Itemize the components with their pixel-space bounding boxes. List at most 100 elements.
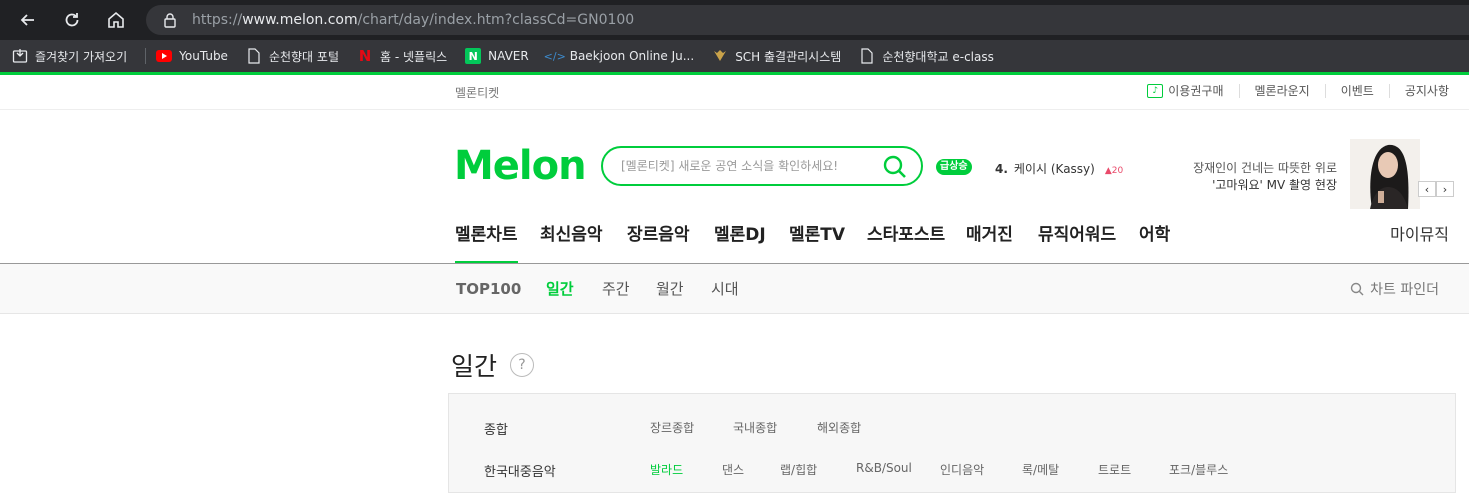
bookmark-label: 순천향대 포털 [268, 49, 339, 64]
chart-finder-button[interactable]: 차트 파인더 [1350, 279, 1439, 299]
import-bookmarks-icon [12, 48, 28, 64]
genre-option-active[interactable]: 발라드 [650, 461, 683, 478]
page-title-text: 일간 [451, 352, 498, 381]
tab-era[interactable]: 시대 [711, 280, 739, 298]
search-input[interactable] [621, 159, 871, 173]
nav-melon-dj[interactable]: 멜론DJ [714, 222, 766, 248]
url-scheme: https:// [192, 12, 243, 28]
next-banner-button[interactable]: › [1436, 181, 1454, 197]
rising-delta-value: 20 [1111, 166, 1124, 176]
netflix-icon: N [358, 47, 372, 65]
genre-row-kpop: 한국대중음악 발라드 댄스 랩/힙합 R&B/Soul 인디음악 록/메탈 트로… [449, 461, 1455, 481]
melon-logo[interactable]: Melon [454, 144, 587, 188]
utility-links: ♪ 이용권구매 멜론라운지 이벤트 공지사항 [1147, 84, 1449, 98]
nav-magazine[interactable]: 매거진 [966, 222, 1013, 248]
bookmark-label: SCH 출결관리시스템 [735, 49, 842, 64]
page-title: 일간 ? [451, 347, 535, 383]
bookmark-eclass[interactable]: 순천향대학교 e-class [859, 48, 994, 65]
genre-option[interactable]: 장르종합 [650, 419, 694, 436]
pass-icon: ♪ [1147, 84, 1164, 98]
banner-arrows: ‹ › [1418, 181, 1454, 197]
refresh-button[interactable] [60, 8, 84, 32]
genre-option[interactable]: 트로트 [1098, 461, 1131, 478]
youtube-icon [156, 48, 173, 64]
tab-top100[interactable]: TOP100 [456, 280, 521, 298]
genre-option[interactable]: 랩/힙합 [780, 461, 817, 478]
bookmark-separator [145, 48, 147, 64]
rising-delta: ▲20 [1105, 166, 1123, 176]
nav-melon-chart[interactable]: 멜론차트 [455, 222, 518, 264]
url-text[interactable]: https://www.melon.com/chart/day/index.ht… [192, 12, 634, 28]
bookmark-sch-attendance[interactable]: SCH 출결관리시스템 [712, 48, 841, 65]
bookmark-baekjoon[interactable]: </> Baekjoon Online Ju... [543, 48, 695, 64]
help-icon[interactable]: ? [510, 353, 535, 377]
event-link[interactable]: 이벤트 [1324, 84, 1374, 98]
tab-weekly[interactable]: 주간 [602, 280, 630, 298]
top-accent-line [0, 72, 1469, 75]
my-music-link[interactable]: 마이뮤직 [1390, 222, 1449, 248]
buy-pass-link[interactable]: ♪ 이용권구매 [1147, 84, 1224, 98]
nav-language[interactable]: 어학 [1139, 222, 1170, 248]
lock-icon [162, 12, 178, 28]
genre-option[interactable]: 록/메탈 [1022, 461, 1059, 478]
genre-row-label: 한국대중음악 [484, 465, 556, 480]
notice-link[interactable]: 공지사항 [1388, 84, 1449, 98]
tab-daily[interactable]: 일간 [546, 280, 574, 298]
address-bar[interactable]: https://www.melon.com/chart/day/index.ht… [146, 5, 1469, 35]
genre-option[interactable]: 포크/블루스 [1169, 461, 1228, 478]
bookmark-label: NAVER [488, 49, 529, 63]
divider [0, 109, 1469, 110]
nav-genre-music[interactable]: 장르음악 [627, 222, 690, 248]
rising-badge: 급상승 [936, 159, 972, 175]
page-icon [246, 48, 262, 64]
main-nav: 멜론차트 최신음악 장르음악 멜론DJ 멜론TV 스타포스트 매거진 뮤직어워드… [0, 222, 1469, 264]
up-arrow-icon: ▲ [1104, 166, 1112, 176]
genre-row-label: 종합 [484, 423, 508, 438]
nav-melon-tv[interactable]: 멜론TV [789, 222, 845, 248]
back-arrow-icon [20, 14, 34, 26]
bookmark-naver[interactable]: N NAVER [465, 48, 529, 64]
sch-icon [712, 48, 728, 64]
back-button[interactable] [16, 8, 40, 32]
chart-finder-label: 차트 파인더 [1370, 282, 1439, 298]
bookmark-netflix[interactable]: N 홈 - 넷플릭스 [357, 47, 447, 65]
bookmark-import[interactable]: 즐겨찾기 가져오기 [12, 48, 127, 65]
url-host: www.melon.com [242, 12, 358, 28]
url-path: /chart/day/index.htm?classCd=GN0100 [357, 12, 635, 28]
banner-artist-photo[interactable] [1350, 139, 1420, 209]
bookmark-label: Baekjoon Online Ju... [569, 49, 695, 63]
bookmark-youtube[interactable]: YouTube [156, 48, 228, 64]
bookmarks-bar: 즐겨찾기 가져오기 YouTube 순천향대 포털 N 홈 - 넷플릭스 N N… [0, 40, 1469, 72]
browser-toolbar: https://www.melon.com/chart/day/index.ht… [0, 0, 1469, 40]
rising-rank: 4. [995, 162, 1008, 176]
bookmark-sch-portal[interactable]: 순천향대 포털 [246, 48, 339, 65]
melon-lounge-link[interactable]: 멜론라운지 [1238, 84, 1310, 98]
rising-title: 케이시 (Kassy) [1013, 162, 1095, 176]
utility-bar: 멜론티켓 ♪ 이용권구매 멜론라운지 이벤트 공지사항 [0, 84, 1469, 100]
banner-line-1: 장재인이 건네는 따뜻한 위로 [1193, 161, 1337, 175]
genre-option[interactable]: 댄스 [722, 461, 744, 478]
prev-banner-button[interactable]: ‹ [1418, 181, 1436, 197]
melon-ticket-link[interactable]: 멜론티켓 [455, 84, 499, 101]
genre-option[interactable]: R&B/Soul [856, 461, 912, 475]
bookmark-label: YouTube [179, 49, 228, 63]
bookmark-label: 순천향대학교 e-class [882, 49, 994, 64]
search-icon[interactable] [883, 155, 907, 183]
genre-option[interactable]: 해외종합 [817, 419, 861, 436]
page-icon [859, 48, 875, 64]
search-icon [1350, 282, 1364, 296]
home-icon [108, 11, 124, 28]
rising-keyword[interactable]: 4. 케이시 (Kassy) ▲20 [995, 160, 1123, 177]
baekjoon-icon: </> [543, 49, 566, 63]
chart-subnav: TOP100 일간 주간 월간 시대 차트 파인더 [0, 264, 1469, 314]
nav-new-music[interactable]: 최신음악 [540, 222, 603, 248]
buy-pass-label: 이용권구매 [1168, 84, 1224, 98]
genre-option[interactable]: 인디음악 [940, 461, 984, 478]
home-button[interactable] [104, 8, 128, 32]
genre-selector: 종합 장르종합 국내종합 해외종합 한국대중음악 발라드 댄스 랩/힙합 R&B… [448, 393, 1456, 493]
nav-music-award[interactable]: 뮤직어워드 [1038, 222, 1116, 248]
tab-monthly[interactable]: 월간 [656, 280, 684, 298]
promo-banner[interactable]: 장재인이 건네는 따뜻한 위로 '고마워요' MV 촬영 현장 [1160, 160, 1337, 194]
genre-option[interactable]: 국내종합 [733, 419, 777, 436]
nav-starpost[interactable]: 스타포스트 [867, 222, 945, 248]
